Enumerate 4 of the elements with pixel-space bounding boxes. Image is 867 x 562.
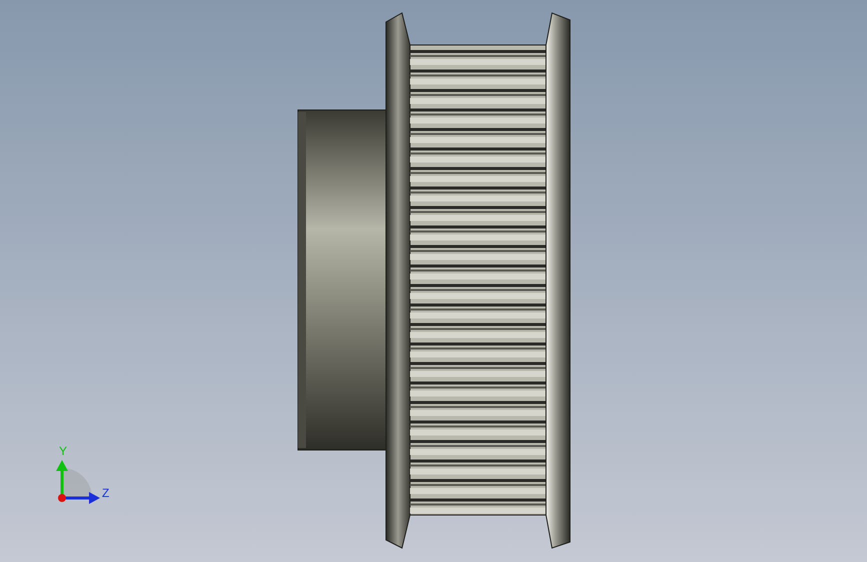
z-axis-label: Z — [102, 486, 110, 500]
plane-indicator-icon — [62, 468, 92, 498]
origin-dot — [58, 494, 66, 502]
y-axis-label: Y — [59, 444, 68, 458]
